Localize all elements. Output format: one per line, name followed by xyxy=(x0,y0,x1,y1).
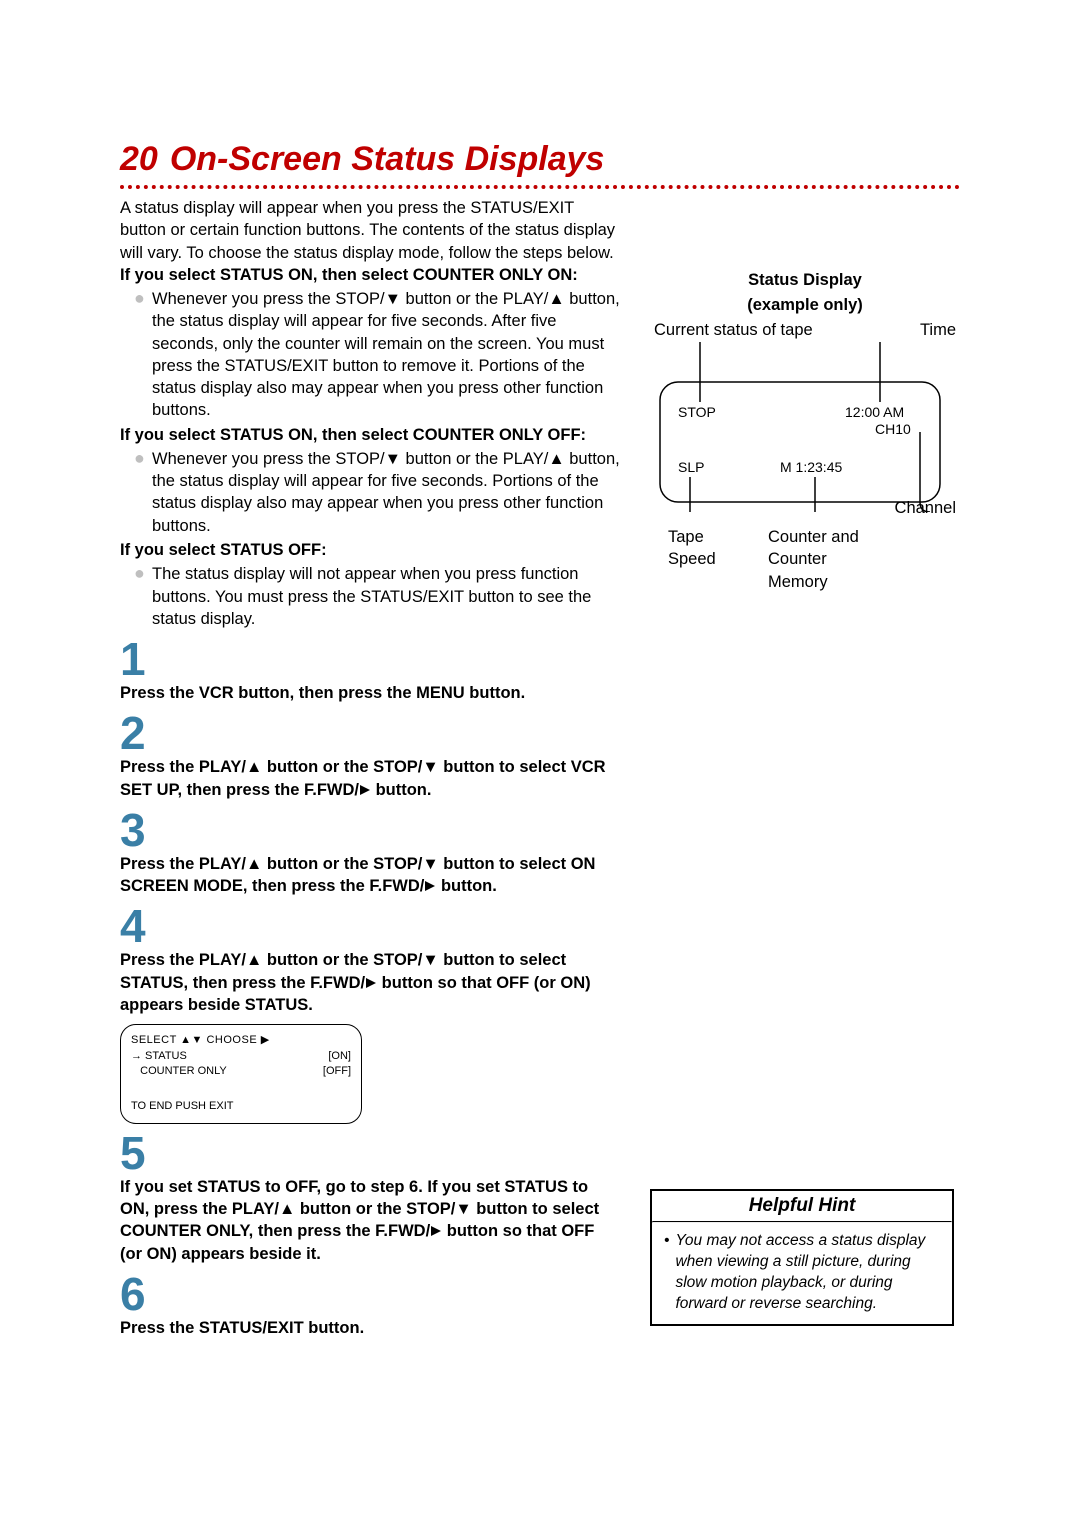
step-number-4: 4 xyxy=(120,903,620,949)
step-body-4: Press the PLAY/▲ button or the STOP/▼ bu… xyxy=(120,949,620,1016)
osd-footer: TO END PUSH EXIT xyxy=(131,1099,351,1114)
section-bullet-3-text: The status display will not appear when … xyxy=(152,563,620,630)
step-body-2: Press the PLAY/▲ button or the STOP/▼ bu… xyxy=(120,756,620,801)
section-bullet-1-text: Whenever you press the STOP/▼ button or … xyxy=(152,288,620,422)
helpful-hint-box: Helpful Hint • You may not access a stat… xyxy=(650,1189,954,1327)
osd-value-channel: CH10 xyxy=(875,421,911,437)
step-number-5: 5 xyxy=(120,1130,620,1176)
section-bullet-1: ● Whenever you press the STOP/▼ button o… xyxy=(134,288,620,422)
status-display-title-1: Status Display xyxy=(650,271,960,290)
step-body-5: If you set STATUS to OFF, go to step 6. … xyxy=(120,1176,620,1265)
play-right-icon xyxy=(365,977,377,989)
label-current-status: Current status of tape xyxy=(654,321,813,340)
page: 20 On-Screen Status Displays A status di… xyxy=(0,0,1080,1528)
status-display-bottom-labels: Tape Speed Counter and Counter Memory xyxy=(650,526,960,593)
step-body-6: Press the STATUS/EXIT button. xyxy=(120,1317,620,1339)
intro-text: A status display will appear when you pr… xyxy=(120,197,620,264)
label-time: Time xyxy=(920,321,956,340)
hint-bullet-icon: • xyxy=(664,1231,669,1315)
helpful-hint-title: Helpful Hint xyxy=(652,1191,952,1221)
section-heading-3: If you select STATUS OFF: xyxy=(120,539,620,561)
step-body-1: Press the VCR button, then press the MEN… xyxy=(120,682,620,704)
step-1-text: Press the VCR button, then press the MEN… xyxy=(120,684,525,702)
section-bullet-2: ● Whenever you press the STOP/▼ button o… xyxy=(134,448,620,537)
label-counter-memory: Counter and Counter Memory xyxy=(768,526,878,593)
osd-row-1-left: → STATUS xyxy=(131,1049,187,1064)
title-divider xyxy=(120,185,960,189)
bullet-icon: ● xyxy=(134,288,152,422)
section-bullet-2-text: Whenever you press the STOP/▼ button or … xyxy=(152,448,620,537)
step-6-pre: Press the STATUS/EXIT button xyxy=(120,1319,360,1337)
play-right-icon xyxy=(424,880,436,892)
bullet-icon: ● xyxy=(134,563,152,630)
osd-box: SELECT ▲▼ CHOOSE ▶ → STATUS [ON] COUNTER… xyxy=(120,1024,362,1124)
step-3-pre: Press the PLAY/▲ button or the STOP/▼ bu… xyxy=(120,855,595,895)
osd-value-stop: STOP xyxy=(678,404,716,420)
osd-value-speed: SLP xyxy=(678,459,704,475)
section-heading-1: If you select STATUS ON, then select COU… xyxy=(120,264,620,286)
status-display-top-labels: Current status of tape Time xyxy=(650,321,960,340)
page-number: 20 xyxy=(120,140,158,179)
osd-row-2-left: COUNTER ONLY xyxy=(131,1064,227,1079)
page-title-row: 20 On-Screen Status Displays xyxy=(120,140,960,179)
step-number-3: 3 xyxy=(120,807,620,853)
osd-value-time: 12:00 AM xyxy=(845,404,904,420)
step-3-post: button. xyxy=(436,877,496,895)
osd-row-1: → STATUS [ON] xyxy=(131,1049,351,1064)
label-tape-speed: Tape Speed xyxy=(668,526,748,593)
osd-value-counter: M 1:23:45 xyxy=(780,459,842,475)
columns: A status display will appear when you pr… xyxy=(120,197,960,1341)
status-display-diagram: STOP 12:00 AM CH10 SLP M 1:23:45 xyxy=(650,342,950,517)
step-body-3: Press the PLAY/▲ button or the STOP/▼ bu… xyxy=(120,853,620,898)
status-display-title-2: (example only) xyxy=(650,296,960,315)
section-heading-2: If you select STATUS ON, then select COU… xyxy=(120,424,620,446)
step-number-2: 2 xyxy=(120,710,620,756)
osd-row-2: COUNTER ONLY [OFF] xyxy=(131,1064,351,1079)
osd-row-1-right: [ON] xyxy=(328,1049,351,1064)
step-6-post: . xyxy=(360,1319,365,1337)
play-right-icon xyxy=(430,1225,442,1237)
osd-header: SELECT ▲▼ CHOOSE ▶ xyxy=(131,1033,351,1048)
step-number-6: 6 xyxy=(120,1271,620,1317)
page-title: On-Screen Status Displays xyxy=(170,140,605,179)
step-number-1: 1 xyxy=(120,636,620,682)
play-right-icon xyxy=(359,784,371,796)
helpful-hint-body: • You may not access a status display wh… xyxy=(652,1223,952,1325)
hint-text: You may not access a status display when… xyxy=(675,1231,942,1315)
bullet-icon: ● xyxy=(134,448,152,537)
step-2-post: button. xyxy=(371,781,431,799)
section-bullet-3: ● The status display will not appear whe… xyxy=(134,563,620,630)
right-column: Status Display (example only) Current st… xyxy=(650,197,960,1341)
osd-row-2-right: [OFF] xyxy=(323,1064,351,1079)
left-column: A status display will appear when you pr… xyxy=(120,197,620,1341)
